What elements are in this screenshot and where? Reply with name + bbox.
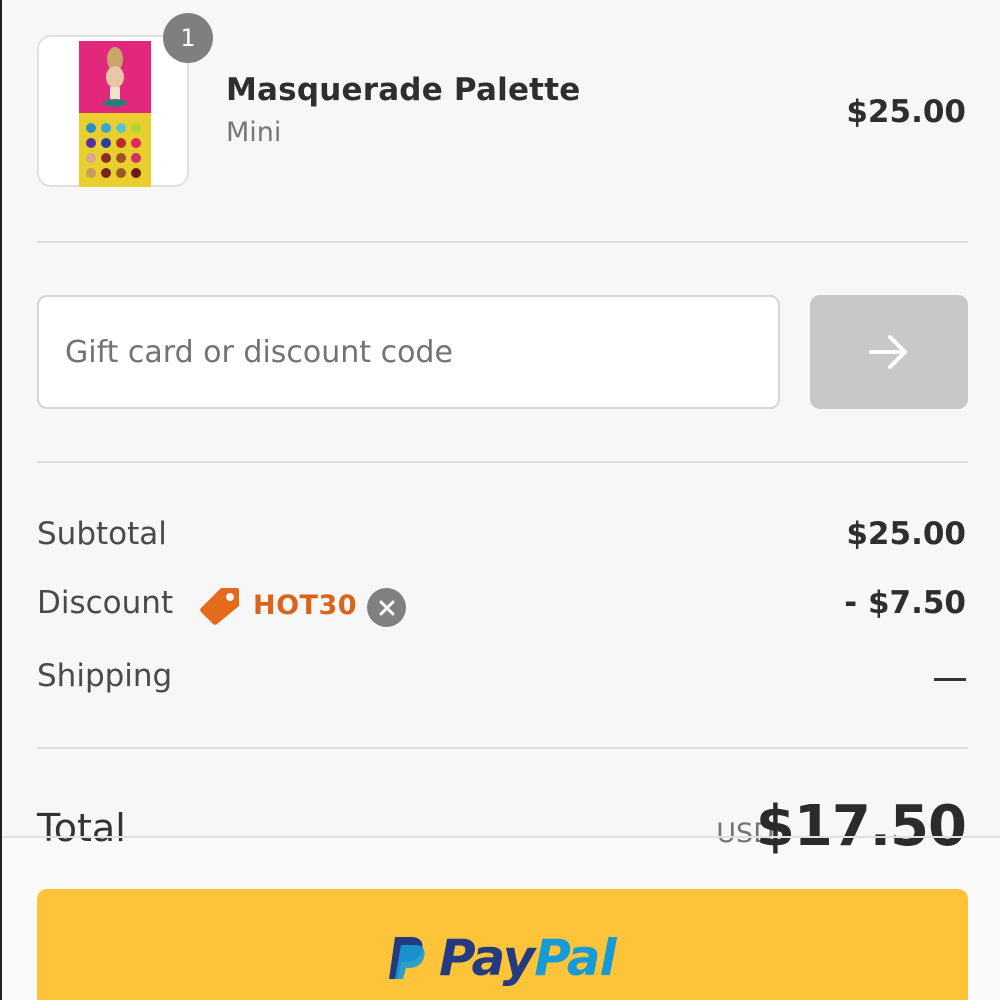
discount-code-input[interactable]	[37, 295, 780, 409]
paypal-pal-text: Pal	[534, 929, 616, 987]
total-label: Total	[37, 806, 126, 850]
divider	[37, 241, 968, 243]
product-name: Masquerade Palette	[226, 72, 581, 108]
remove-discount-button[interactable]	[367, 588, 406, 627]
total-value: $17.50	[755, 794, 967, 859]
quantity-badge: 1	[163, 13, 213, 63]
divider	[37, 461, 968, 463]
discount-value: - $7.50	[844, 585, 966, 621]
shipping-label: Shipping	[37, 658, 173, 694]
divider	[37, 747, 968, 749]
paypal-button[interactable]: PayPal	[37, 889, 968, 1000]
paypal-logo: PayPal	[387, 929, 617, 987]
footer-divider	[2, 836, 1000, 838]
product-variant: Mini	[226, 117, 282, 148]
discount-label: Discount	[37, 585, 174, 621]
discount-code-tag: HOT30	[253, 590, 358, 621]
paypal-icon	[389, 937, 425, 979]
apply-discount-button[interactable]	[810, 295, 968, 409]
close-icon	[379, 600, 394, 615]
product-thumbnail	[37, 35, 189, 187]
checkout-order-summary: 1 Masquerade Palette Mini $25.00 Subtota…	[0, 0, 1000, 1000]
product-price: $25.00	[846, 94, 966, 130]
paypal-pay-text: Pay	[439, 929, 535, 987]
arrow-right-icon	[869, 335, 907, 369]
tag-icon	[200, 588, 239, 625]
shipping-value: —	[934, 678, 966, 681]
subtotal-value: $25.00	[846, 516, 966, 552]
subtotal-label: Subtotal	[37, 516, 167, 552]
palette-image	[79, 41, 151, 187]
